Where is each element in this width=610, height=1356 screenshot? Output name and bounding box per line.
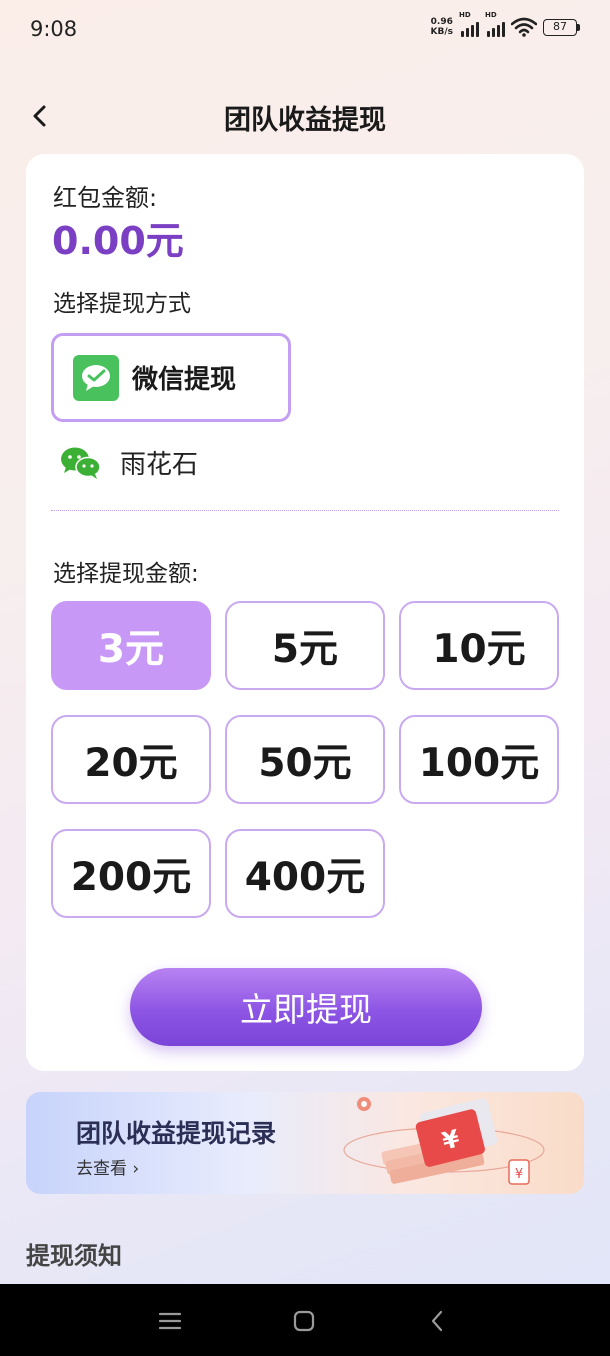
- net-speed: 0.96 KB/s: [430, 17, 453, 37]
- menu-icon: [158, 1312, 182, 1330]
- amount-option-400[interactable]: 400元: [225, 829, 385, 918]
- amount-option-20[interactable]: 20元: [51, 715, 211, 804]
- divider: [51, 510, 559, 511]
- nav-bar: 团队收益提现: [0, 86, 610, 146]
- back-icon: [431, 1310, 443, 1332]
- amount-options: 3元 5元 10元 20元 50元 100元 200元 400元: [51, 601, 560, 918]
- wechat-icon: [73, 354, 119, 401]
- system-nav-bar: [0, 1284, 610, 1356]
- amount-option-100[interactable]: 100元: [399, 715, 559, 804]
- red-envelope-illustration-icon: ¥ ¥: [343, 1097, 545, 1185]
- withdraw-card: 红包金额: 0.00元 选择提现方式 微信提现 雨花石 选择提现金额: 3元 5…: [26, 154, 584, 1071]
- record-link[interactable]: 去查看 ›: [76, 1154, 139, 1179]
- amount-option-5[interactable]: 5元: [225, 601, 385, 690]
- amount-option-3[interactable]: 3元: [51, 601, 211, 690]
- wifi-icon: [511, 17, 537, 37]
- menu-button[interactable]: [155, 1306, 185, 1336]
- amount-option-50[interactable]: 50元: [225, 715, 385, 804]
- record-title: 团队收益提现记录: [76, 1119, 277, 1148]
- home-icon: [293, 1310, 315, 1332]
- method-button-label: 微信提现: [132, 365, 237, 395]
- account-name: 雨花石: [120, 450, 199, 480]
- home-button[interactable]: [289, 1306, 319, 1336]
- signal-icon: HD: [485, 11, 505, 37]
- page-title: 团队收益提现: [224, 105, 386, 136]
- svg-text:¥: ¥: [515, 1167, 523, 1182]
- amount-label: 红包金额:: [53, 184, 158, 212]
- withdraw-record-banner[interactable]: 团队收益提现记录 去查看 › ¥ ¥: [26, 1092, 584, 1194]
- amount-option-200[interactable]: 200元: [51, 829, 211, 918]
- wechat-withdraw-button[interactable]: 微信提现: [51, 333, 291, 422]
- signal-icon: HD: [459, 11, 479, 37]
- method-label: 选择提现方式: [53, 291, 191, 317]
- wechat-logo-icon: [61, 447, 101, 479]
- status-icons: 0.96 KB/s HD HD 87: [430, 11, 580, 37]
- withdraw-now-button[interactable]: 立即提现: [130, 968, 482, 1046]
- status-time: 9:08: [30, 17, 78, 41]
- amount-option-10[interactable]: 10元: [399, 601, 559, 690]
- system-back-button[interactable]: [422, 1306, 452, 1336]
- battery-icon: 87: [543, 18, 580, 36]
- amount-value: 0.00元: [52, 219, 184, 263]
- notice-title: 提现须知: [26, 1242, 122, 1270]
- select-amount-label: 选择提现金额:: [53, 561, 199, 587]
- status-bar: 9:08 0.96 KB/s HD HD 87: [0, 0, 610, 60]
- account-row: 雨花石: [60, 444, 198, 481]
